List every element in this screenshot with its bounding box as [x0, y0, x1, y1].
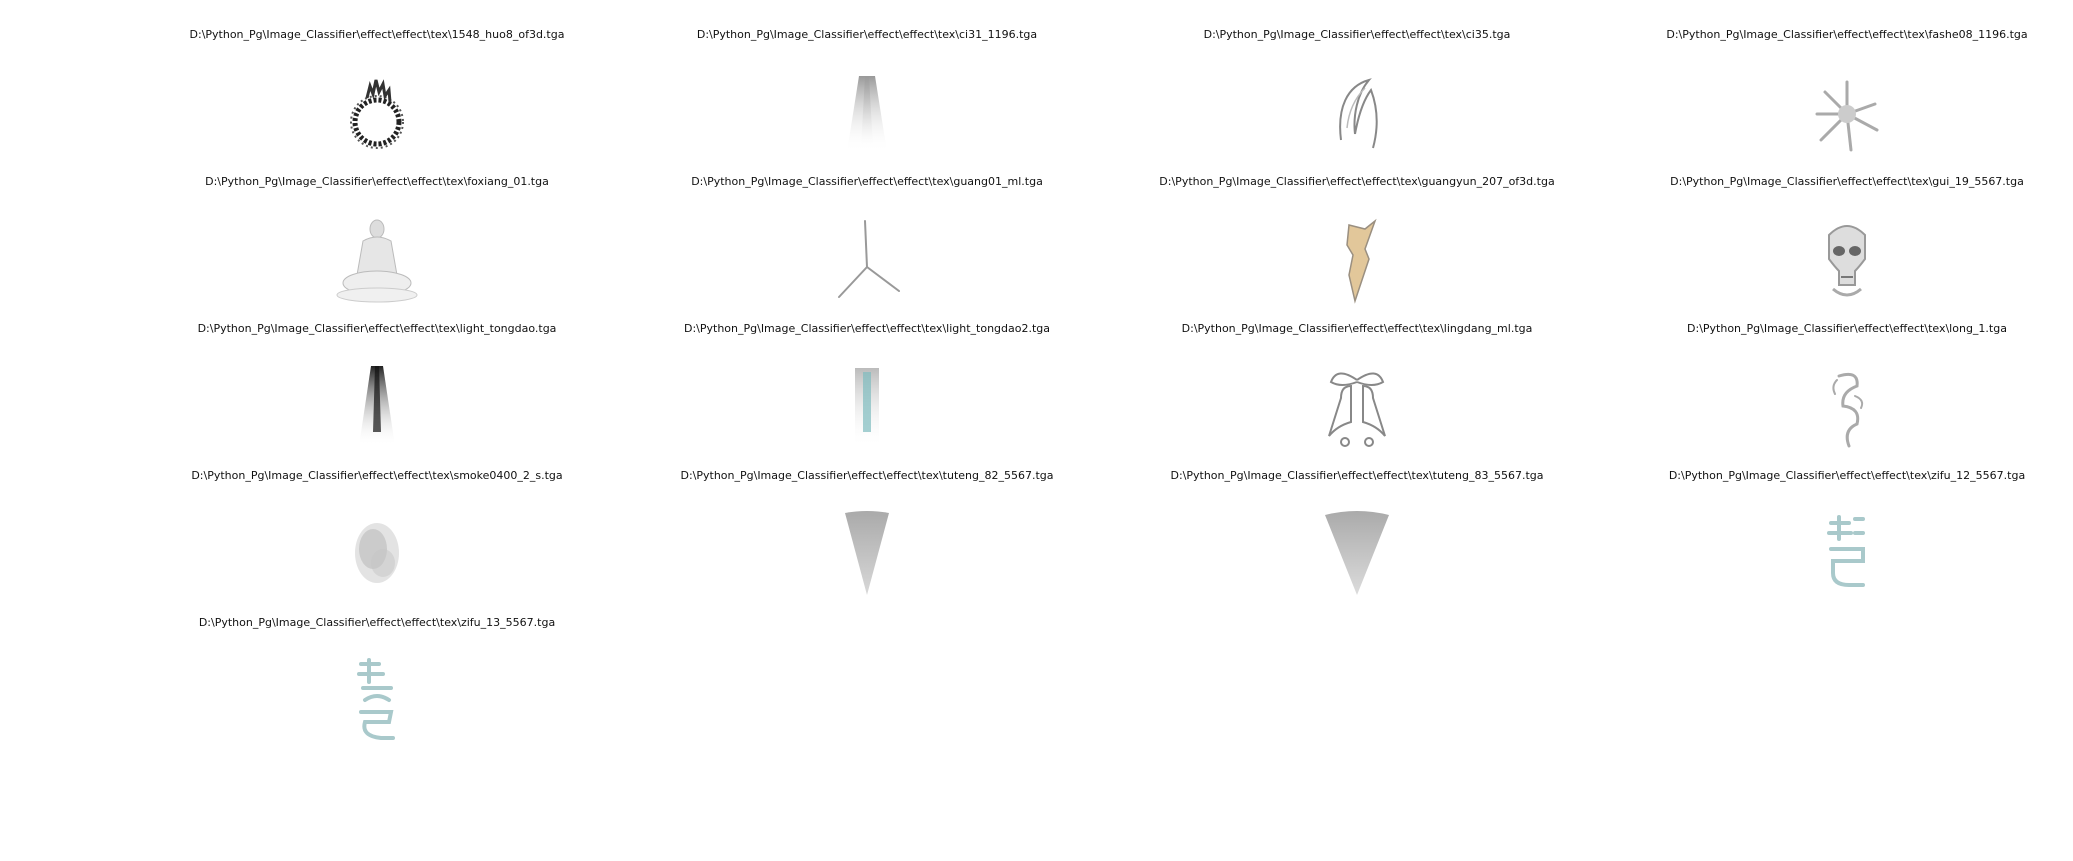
golden-flame-icon [1307, 215, 1407, 305]
light-beam-icon [817, 68, 917, 158]
image-caption: D:\Python_Pg\Image_Classifier\effect\eff… [191, 469, 563, 482]
grid-cell: D:\Python_Pg\Image_Classifier\effect\eff… [137, 175, 617, 322]
image-caption: D:\Python_Pg\Image_Classifier\effect\eff… [1170, 469, 1544, 482]
light-streak-icon [817, 215, 917, 305]
image-caption: D:\Python_Pg\Image_Classifier\effect\eff… [1668, 469, 2026, 482]
skull-icon [1797, 215, 1897, 305]
image-caption: D:\Python_Pg\Image_Classifier\effect\eff… [1670, 175, 2024, 188]
image-caption: D:\Python_Pg\Image_Classifier\effect\eff… [1203, 28, 1511, 41]
grid-cell: D:\Python_Pg\Image_Classifier\effect\eff… [1607, 175, 2073, 322]
glyph-character-icon [327, 656, 427, 746]
bell-icon [1307, 362, 1407, 452]
grid-cell: D:\Python_Pg\Image_Classifier\effect\eff… [1607, 469, 2073, 616]
glyph-character-icon [1797, 509, 1897, 599]
image-caption: D:\Python_Pg\Image_Classifier\effect\eff… [691, 175, 1043, 188]
image-caption: D:\Python_Pg\Image_Classifier\effect\eff… [1687, 322, 2007, 335]
grid-cell: D:\Python_Pg\Image_Classifier\effect\eff… [137, 469, 617, 616]
grid-cell: D:\Python_Pg\Image_Classifier\effect\eff… [137, 322, 617, 469]
image-caption: D:\Python_Pg\Image_Classifier\effect\eff… [1666, 28, 2028, 41]
grid-cell: D:\Python_Pg\Image_Classifier\effect\eff… [1117, 28, 1597, 175]
buddha-statue-icon [327, 215, 427, 305]
grid-cell: D:\Python_Pg\Image_Classifier\effect\eff… [627, 175, 1107, 322]
image-caption: D:\Python_Pg\Image_Classifier\effect\eff… [696, 28, 1038, 41]
image-caption: D:\Python_Pg\Image_Classifier\effect\eff… [683, 322, 1051, 335]
narrow-fan-icon [817, 509, 917, 599]
grid-cell: D:\Python_Pg\Image_Classifier\effect\eff… [627, 322, 1107, 469]
image-caption: D:\Python_Pg\Image_Classifier\effect\eff… [198, 616, 556, 629]
grid-cell: D:\Python_Pg\Image_Classifier\effect\eff… [137, 616, 617, 763]
grid-cell: D:\Python_Pg\Image_Classifier\effect\eff… [1607, 28, 2073, 175]
image-caption: D:\Python_Pg\Image_Classifier\effect\eff… [197, 322, 557, 335]
grid-cell: D:\Python_Pg\Image_Classifier\effect\eff… [627, 28, 1107, 175]
teal-beam-icon [817, 362, 917, 452]
dark-beam-icon [327, 362, 427, 452]
image-caption: D:\Python_Pg\Image_Classifier\effect\eff… [680, 469, 1054, 482]
fire-ring-icon [327, 68, 427, 158]
image-caption: D:\Python_Pg\Image_Classifier\effect\eff… [205, 175, 549, 188]
burst-splash-icon [1797, 68, 1897, 158]
image-caption: D:\Python_Pg\Image_Classifier\effect\eff… [189, 28, 565, 41]
claw-slash-icon [1307, 68, 1407, 158]
image-caption: D:\Python_Pg\Image_Classifier\effect\eff… [1181, 322, 1533, 335]
grid-cell: D:\Python_Pg\Image_Classifier\effect\eff… [137, 28, 617, 175]
dragon-icon [1797, 362, 1897, 452]
grid-cell: D:\Python_Pg\Image_Classifier\effect\eff… [1117, 175, 1597, 322]
wide-fan-icon [1307, 509, 1407, 599]
grid-cell: D:\Python_Pg\Image_Classifier\effect\eff… [1117, 469, 1597, 616]
grid-cell: D:\Python_Pg\Image_Classifier\effect\eff… [1117, 322, 1597, 469]
grid-cell: D:\Python_Pg\Image_Classifier\effect\eff… [1607, 322, 2073, 469]
image-caption: D:\Python_Pg\Image_Classifier\effect\eff… [1159, 175, 1555, 188]
grid-cell: D:\Python_Pg\Image_Classifier\effect\eff… [627, 469, 1107, 616]
smoke-icon [327, 509, 427, 599]
